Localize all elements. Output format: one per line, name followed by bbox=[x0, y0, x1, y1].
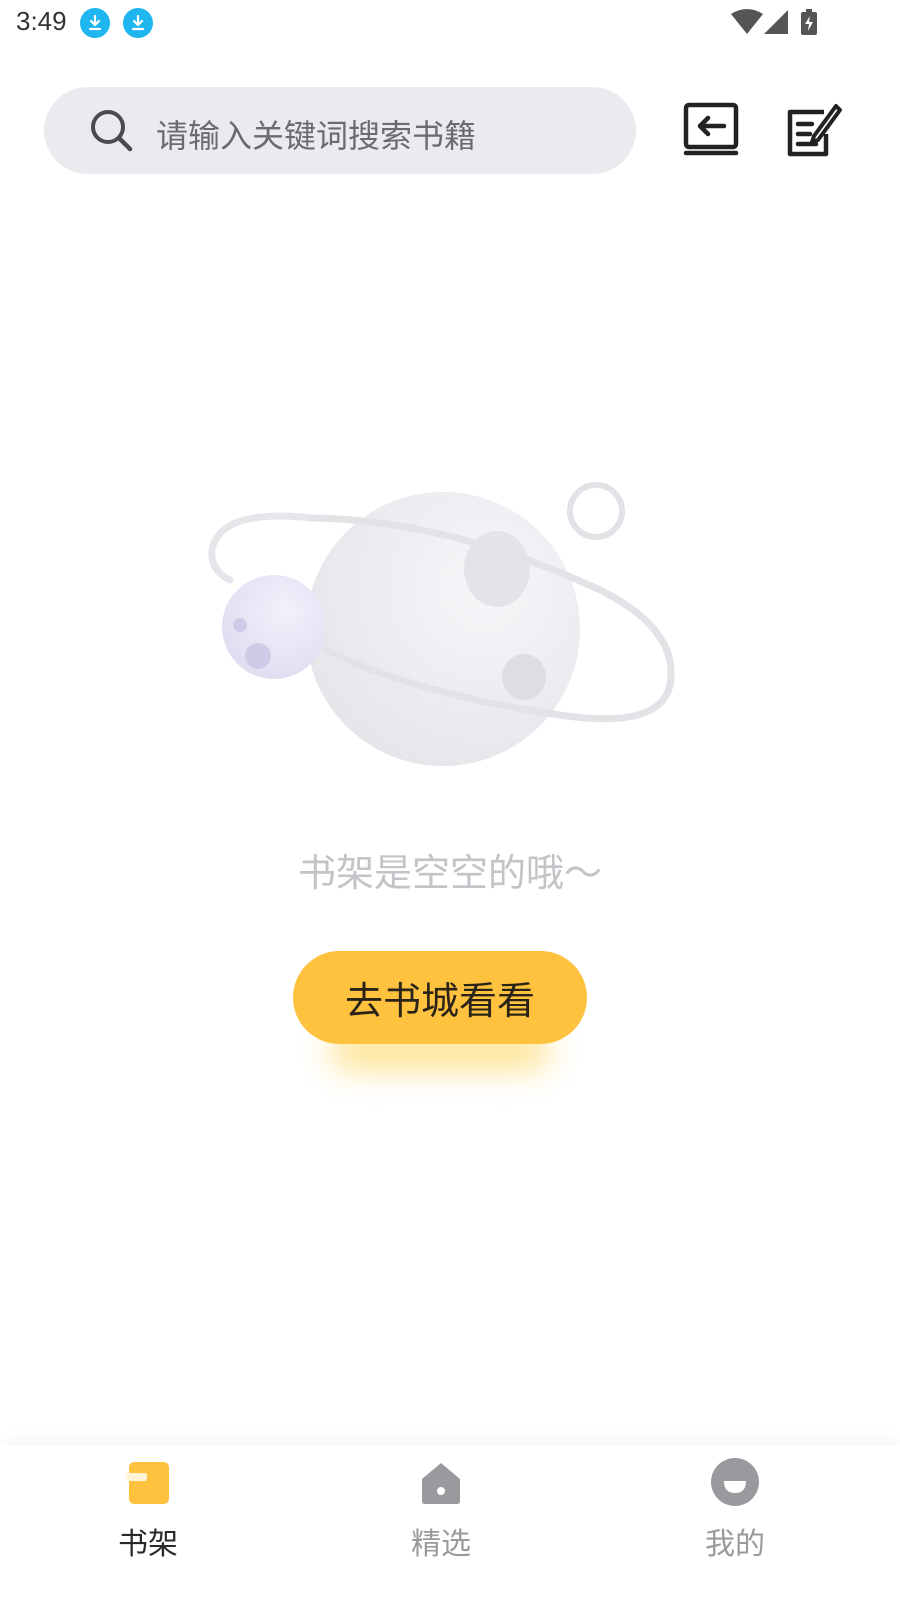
cell-signal-icon bbox=[764, 10, 788, 34]
search-icon bbox=[91, 110, 133, 152]
download-icon bbox=[123, 8, 153, 38]
go-to-bookstore-button[interactable]: 去书城看看 bbox=[293, 951, 587, 1044]
bottom-nav: 书架 精选 我的 bbox=[0, 1445, 900, 1600]
download-icon bbox=[80, 8, 110, 38]
search-input[interactable]: 请输入关键词搜索书籍 bbox=[44, 87, 636, 174]
edit-note-button[interactable] bbox=[784, 100, 844, 160]
tab-mine[interactable]: 我的 bbox=[645, 1445, 825, 1600]
wifi-icon bbox=[731, 9, 763, 34]
edit-note-icon bbox=[787, 104, 842, 157]
status-bar: 3:49 bbox=[0, 0, 900, 48]
profile-icon bbox=[711, 1458, 759, 1506]
import-book-button[interactable] bbox=[682, 100, 742, 160]
tab-mine-label: 我的 bbox=[705, 1527, 765, 1562]
tab-featured[interactable]: 精选 bbox=[351, 1445, 531, 1600]
home-icon bbox=[422, 1463, 460, 1504]
planet-moon-illustration bbox=[200, 470, 690, 780]
system-status-icons bbox=[730, 8, 840, 38]
bookshelf-icon bbox=[126, 1462, 169, 1504]
import-book-icon bbox=[683, 102, 739, 156]
battery-charging-icon bbox=[801, 9, 817, 35]
tab-bookshelf-label: 书架 bbox=[118, 1527, 178, 1562]
tab-bookshelf[interactable]: 书架 bbox=[58, 1445, 238, 1600]
status-time: 3:49 bbox=[16, 6, 67, 36]
search-placeholder: 请输入关键词搜索书籍 bbox=[156, 117, 477, 155]
tab-featured-label: 精选 bbox=[411, 1527, 471, 1562]
empty-shelf-message: 书架是空空的哦～ bbox=[297, 851, 602, 895]
